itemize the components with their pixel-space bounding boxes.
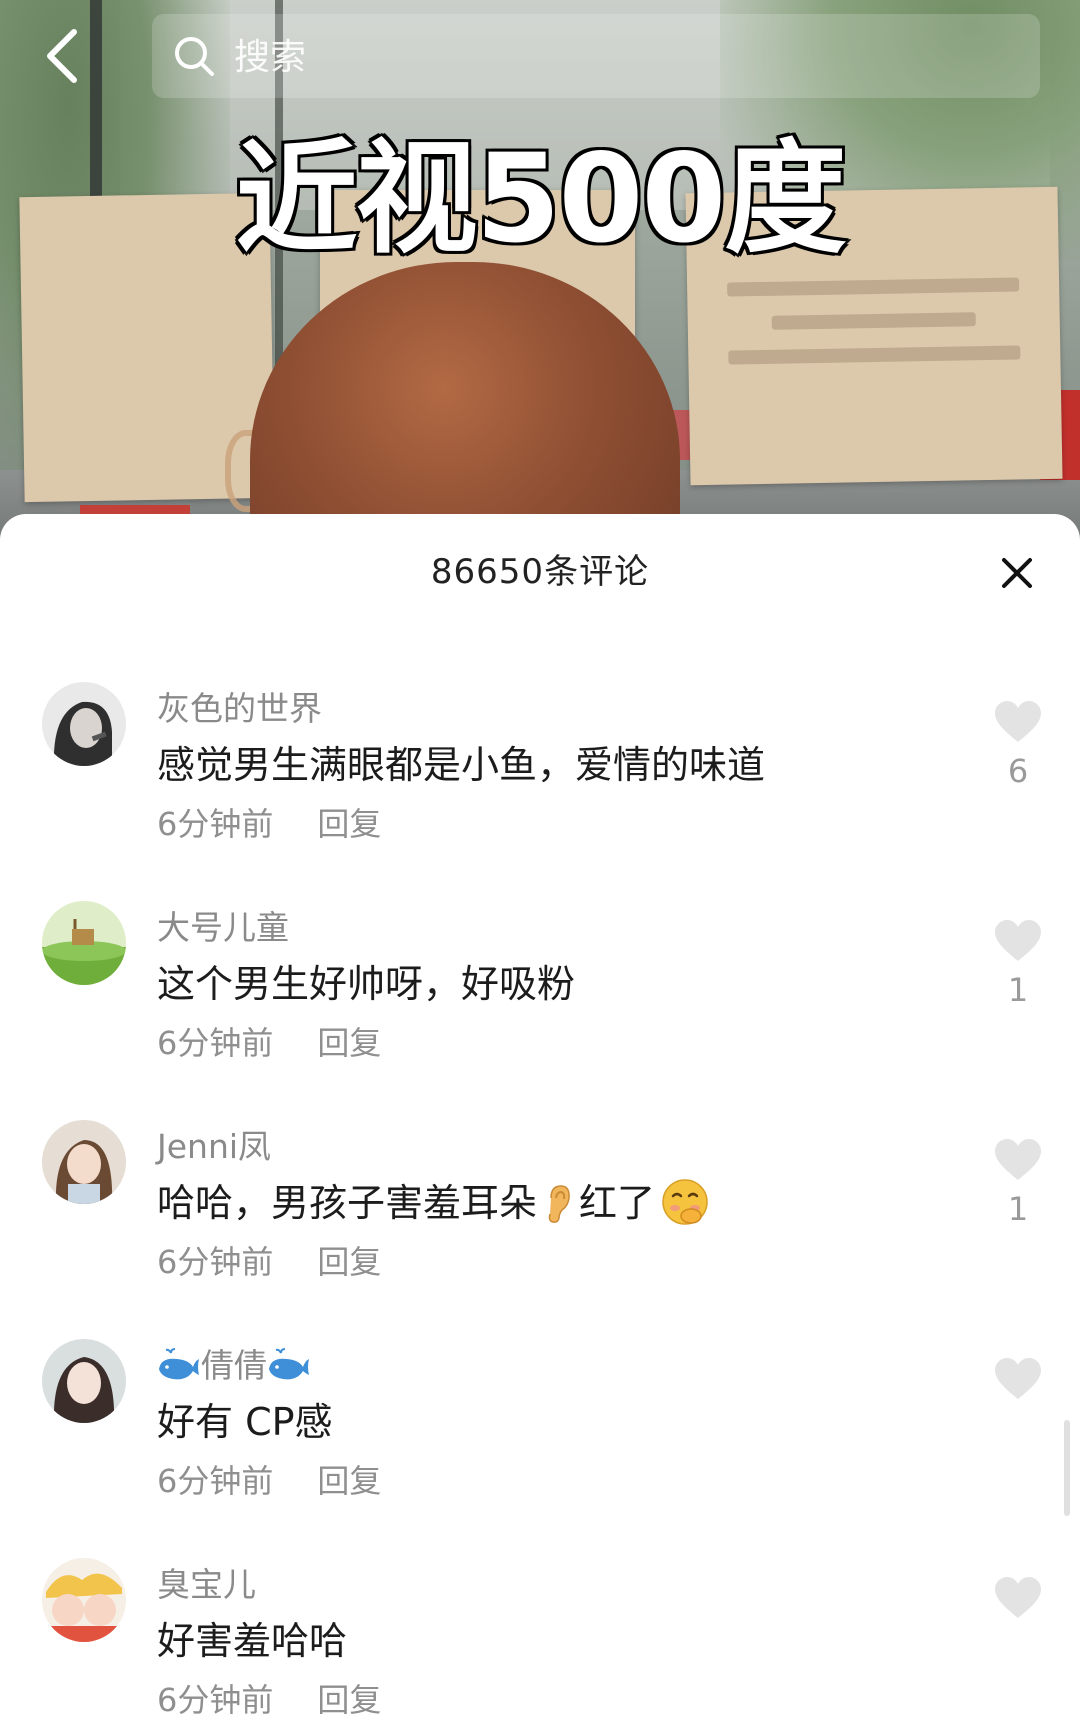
heart-icon: [995, 701, 1041, 742]
comment-text: 哈哈，男孩子害羞耳朵 红了: [157, 1172, 709, 1227]
avatar[interactable]: [42, 682, 126, 766]
comment-item: 臭宝儿 好害羞哈哈 6分钟前 回复: [0, 1558, 1080, 1722]
whale-icon: [269, 1348, 309, 1380]
like-button[interactable]: 1: [990, 919, 1046, 1009]
reply-button[interactable]: 回复: [317, 1462, 381, 1500]
comment-time: 6分钟前: [157, 805, 274, 843]
heart-icon: [995, 1358, 1041, 1399]
like-button[interactable]: 6: [990, 700, 1046, 790]
comments-panel: 86650条评论 灰色的世界 感觉男生满眼都是小鱼，爱情的味道 6分钟前 回复 6: [0, 514, 1080, 1722]
like-count: 1: [1007, 1190, 1029, 1228]
comment-text-part: 红了: [579, 1181, 656, 1225]
comment-meta: 6分钟前 回复: [157, 1018, 381, 1064]
reply-button[interactable]: 回复: [317, 805, 381, 843]
like-count: 1: [1007, 971, 1029, 1009]
search-bar[interactable]: 搜索: [152, 14, 1040, 98]
search-icon: [175, 37, 214, 76]
ear-icon: [548, 1185, 570, 1223]
comment-text-part: 哈哈，男孩子害羞耳朵: [157, 1181, 538, 1225]
search-placeholder: 搜索: [234, 37, 307, 78]
avatar[interactable]: [42, 1120, 126, 1204]
comment-author-name: 倩倩: [201, 1346, 267, 1385]
avatar[interactable]: [42, 1339, 126, 1423]
comment-meta: 6分钟前 回复: [157, 1456, 381, 1502]
comment-text: 这个男生好帅呀，好吸粉: [157, 962, 576, 1006]
back-icon[interactable]: [40, 26, 90, 86]
comment-author[interactable]: Jenni凤: [157, 1120, 271, 1168]
heart-icon: [995, 920, 1041, 961]
like-button[interactable]: [990, 1357, 1046, 1409]
scrollbar[interactable]: [1064, 1420, 1070, 1516]
like-button[interactable]: 1: [990, 1138, 1046, 1228]
comment-time: 6分钟前: [157, 1024, 274, 1062]
comment-text: 感觉男生满眼都是小鱼，爱情的味道: [157, 743, 766, 787]
reply-button[interactable]: 回复: [317, 1681, 381, 1719]
comment-author[interactable]: 灰色的世界: [157, 682, 322, 730]
comment-text: 好害羞哈哈: [157, 1619, 348, 1663]
whale-icon: [159, 1348, 199, 1380]
comment-item: 倩倩 好有 CP感 6分钟前 回复: [0, 1339, 1080, 1539]
like-button[interactable]: [990, 1576, 1046, 1628]
avatar[interactable]: [42, 901, 126, 985]
heart-icon: [995, 1139, 1041, 1180]
smile-icon: [662, 1179, 708, 1225]
top-bar: 搜索: [0, 0, 1080, 110]
comment-meta: 6分钟前 回复: [157, 1237, 381, 1283]
comment-meta: 6分钟前 回复: [157, 1675, 381, 1721]
reply-button[interactable]: 回复: [317, 1024, 381, 1062]
comment-meta: 6分钟前 回复: [157, 799, 381, 845]
comment-item: Jenni凤 哈哈，男孩子害羞耳朵 红了 6分钟前 回复 1: [0, 1120, 1080, 1320]
avatar[interactable]: [42, 1558, 126, 1642]
comment-time: 6分钟前: [157, 1243, 274, 1281]
comment-time: 6分钟前: [157, 1681, 274, 1719]
comment-item: 大号儿童 这个男生好帅呀，好吸粉 6分钟前 回复 1: [0, 901, 1080, 1101]
video-caption: 近视500度: [233, 126, 849, 273]
comment-text: 好有 CP感: [157, 1400, 333, 1444]
heart-icon: [995, 1577, 1041, 1618]
close-icon[interactable]: [994, 550, 1040, 596]
like-count: 6: [1007, 752, 1029, 790]
comment-author[interactable]: 倩倩: [157, 1339, 311, 1387]
comments-count-title: 86650条评论: [430, 552, 650, 592]
comment-author[interactable]: 臭宝儿: [157, 1558, 256, 1606]
comment-author[interactable]: 大号儿童: [157, 901, 289, 949]
comment-time: 6分钟前: [157, 1462, 274, 1500]
reply-button[interactable]: 回复: [317, 1243, 381, 1281]
comment-item: 灰色的世界 感觉男生满眼都是小鱼，爱情的味道 6分钟前 回复 6: [0, 682, 1080, 882]
